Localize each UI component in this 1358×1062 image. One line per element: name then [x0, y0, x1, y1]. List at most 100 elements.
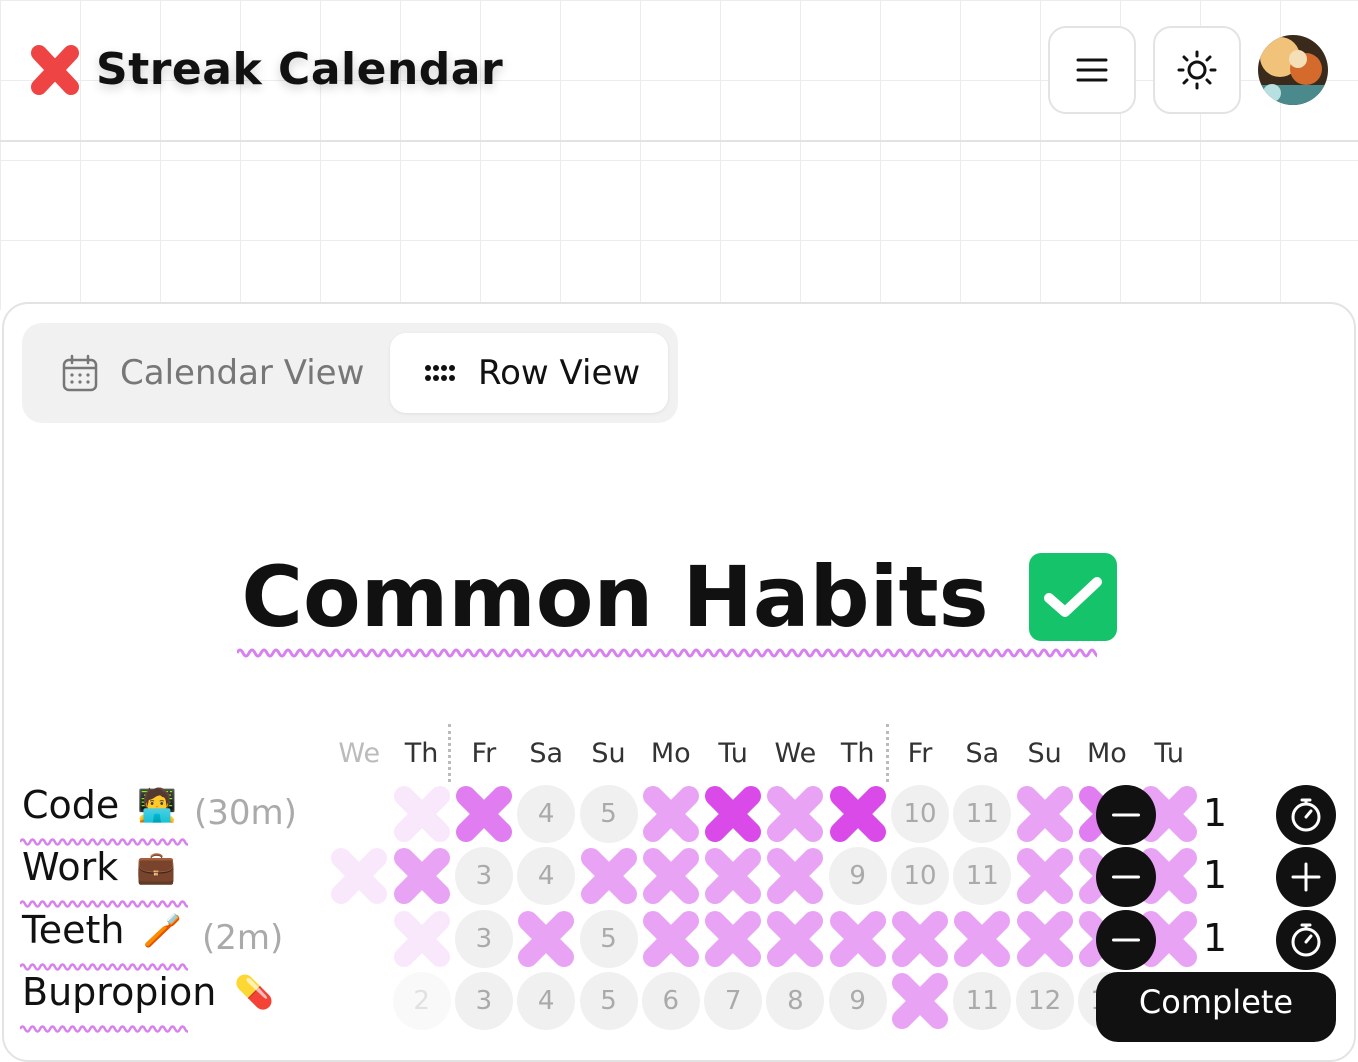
- day-header: Th: [404, 738, 439, 769]
- week-separator: [448, 724, 451, 782]
- habit-count: 1: [1202, 791, 1228, 835]
- complete-button[interactable]: Complete: [1096, 972, 1336, 1042]
- done-x-mark[interactable]: [580, 847, 638, 905]
- day-header: Tu: [718, 738, 748, 769]
- empty-cell: [268, 847, 326, 905]
- stopwatch-icon: [1291, 798, 1321, 832]
- day-cell[interactable]: 3: [454, 910, 513, 968]
- day-cell[interactable]: 11: [953, 785, 1012, 843]
- habit-name[interactable]: Bupropion 💊: [22, 970, 274, 1014]
- done-x-mark[interactable]: [393, 847, 451, 905]
- habit-underline-squiggle: [20, 1025, 188, 1033]
- done-x-mark[interactable]: [642, 847, 700, 905]
- day-cell[interactable]: 5: [579, 972, 638, 1030]
- calendar-view-tab[interactable]: Calendar View: [62, 333, 364, 413]
- habit-label: Code: [22, 783, 120, 827]
- avatar-image: [1258, 35, 1328, 105]
- plus-icon: [1291, 862, 1321, 892]
- habit-emoji: 🧑‍💻: [137, 786, 178, 824]
- done-x-mark[interactable]: [1016, 785, 1074, 843]
- habit-name[interactable]: Work 💼: [22, 845, 176, 889]
- done-x-mark[interactable]: [704, 847, 762, 905]
- minus-icon: [1112, 813, 1140, 817]
- day-cell[interactable]: 4: [517, 972, 576, 1030]
- day-header: Fr: [907, 738, 933, 769]
- done-x-mark[interactable]: [455, 785, 513, 843]
- increment-button[interactable]: [1276, 847, 1336, 907]
- day-cell[interactable]: 9: [828, 847, 887, 905]
- timer-button[interactable]: [1276, 910, 1336, 970]
- decrement-button[interactable]: [1096, 785, 1156, 845]
- done-x-mark-faded[interactable]: [393, 910, 451, 968]
- done-x-mark[interactable]: [642, 785, 700, 843]
- decrement-button[interactable]: [1096, 910, 1156, 970]
- done-x-mark[interactable]: [766, 910, 824, 968]
- section-title: Common Habits: [241, 548, 989, 646]
- day-cell[interactable]: 12: [1015, 972, 1074, 1030]
- done-x-mark[interactable]: [1016, 910, 1074, 968]
- row-view-tab[interactable]: Row View: [390, 333, 668, 413]
- stopwatch-icon: [1291, 923, 1321, 957]
- day-cell[interactable]: 5: [579, 910, 638, 968]
- day-cell[interactable]: 3: [454, 847, 513, 905]
- done-x-mark-faded[interactable]: [330, 847, 388, 905]
- done-x-mark[interactable]: [766, 847, 824, 905]
- day-cell[interactable]: 10: [891, 785, 949, 843]
- day-header: Sa: [965, 738, 1000, 769]
- done-x-mark-faded[interactable]: [393, 785, 451, 843]
- timer-button[interactable]: [1276, 785, 1336, 845]
- habit-name[interactable]: Teeth 🪥: [22, 908, 182, 952]
- check-box-icon: [1028, 553, 1117, 641]
- day-header: Mo: [650, 738, 691, 769]
- day-cell[interactable]: 11: [953, 847, 1012, 905]
- logo-x-icon: [31, 45, 79, 95]
- day-cell[interactable]: 8: [766, 972, 825, 1030]
- day-cell[interactable]: 6: [641, 972, 700, 1030]
- habit-count: 1: [1202, 853, 1228, 897]
- done-x-mark[interactable]: [829, 785, 887, 843]
- theme-toggle-button[interactable]: [1153, 26, 1241, 114]
- habit-emoji: 💼: [136, 848, 177, 886]
- day-header: Su: [1027, 738, 1062, 769]
- day-cell[interactable]: 9: [828, 972, 887, 1030]
- done-x-mark[interactable]: [642, 910, 700, 968]
- decrement-button[interactable]: [1096, 847, 1156, 907]
- day-header: Su: [591, 738, 626, 769]
- calendar-icon: [62, 354, 98, 392]
- done-x-mark[interactable]: [829, 910, 887, 968]
- day-cell[interactable]: 4: [517, 847, 576, 905]
- menu-button[interactable]: [1048, 26, 1136, 114]
- calendar-view-label: Calendar View: [120, 353, 365, 393]
- habit-emoji: 🪥: [142, 911, 183, 949]
- day-cell[interactable]: 5: [579, 785, 638, 843]
- habit-label: Teeth: [22, 908, 125, 952]
- done-x-mark[interactable]: [704, 910, 762, 968]
- day-cell[interactable]: 3: [454, 972, 513, 1030]
- empty-cell: [330, 972, 388, 1030]
- done-x-mark[interactable]: [766, 785, 824, 843]
- day-cell[interactable]: 2: [392, 972, 451, 1030]
- empty-cell: [330, 910, 388, 968]
- habit-label: Bupropion: [22, 970, 217, 1014]
- header-divider: [0, 140, 1358, 142]
- habit-name[interactable]: Code 🧑‍💻: [22, 783, 177, 827]
- done-x-mark[interactable]: [953, 910, 1011, 968]
- section-header: Common Habits: [0, 548, 1358, 658]
- habit-count: 1: [1202, 916, 1228, 960]
- day-header: Mo: [1086, 738, 1127, 769]
- empty-cell: [330, 785, 388, 843]
- day-cell[interactable]: 11: [953, 972, 1012, 1030]
- done-x-mark[interactable]: [517, 910, 575, 968]
- done-x-mark[interactable]: [891, 910, 949, 968]
- done-x-mark[interactable]: [704, 785, 762, 843]
- day-cell[interactable]: 10: [891, 847, 949, 905]
- day-header: We: [338, 738, 381, 769]
- done-x-mark[interactable]: [1016, 847, 1074, 905]
- row-view-label: Row View: [478, 353, 641, 393]
- done-x-mark[interactable]: [891, 972, 949, 1030]
- sun-icon: [1177, 50, 1217, 90]
- day-cell[interactable]: 7: [704, 972, 763, 1030]
- day-cell[interactable]: 4: [517, 785, 576, 843]
- user-avatar[interactable]: [1258, 35, 1328, 105]
- day-header: Sa: [529, 738, 564, 769]
